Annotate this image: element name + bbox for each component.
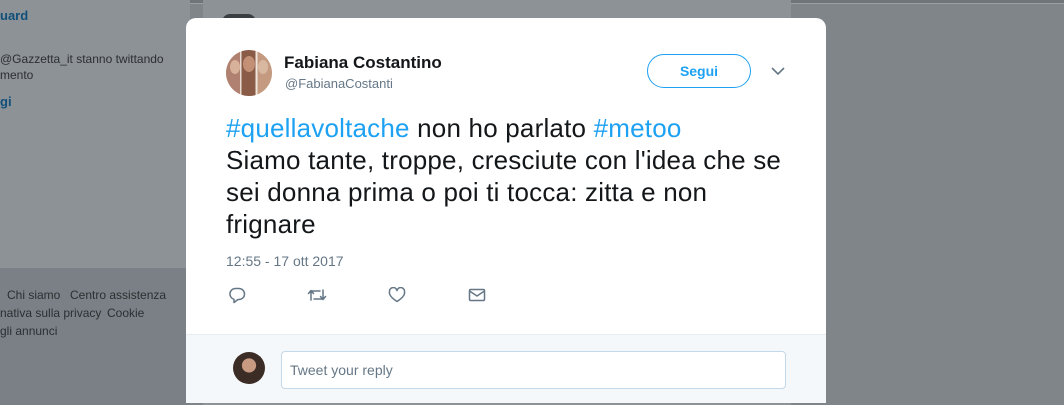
background-footer-link-ads[interactable]: gli annunci [0,324,57,338]
current-user-avatar [233,352,265,384]
tweet-modal: Fabiana Costantino @FabianaCostanti Segu… [186,18,826,403]
like-icon[interactable] [386,284,408,306]
chevron-down-icon[interactable] [769,62,787,80]
tweet-header: Fabiana Costantino @FabianaCostanti Segu… [226,50,786,96]
background-footer-link-about[interactable]: Chi siamo [7,288,60,302]
author-handle[interactable]: @FabianaCostanti [285,76,393,91]
tweet-text-body: Siamo tante, troppe, cresciute con l'ide… [226,145,782,239]
author-display-name[interactable]: Fabiana Costantino [284,53,442,73]
reply-bar [186,334,826,403]
background-sidebar-link[interactable]: uard [0,8,28,23]
background-footer-link-help[interactable]: Centro assistenza [70,288,166,302]
tweet-timestamp[interactable]: 12:55 - 17 ott 2017 [226,253,344,269]
background-footer-link-cookie[interactable]: Cookie [107,306,144,320]
background-sidebar-card [0,0,190,268]
background-footer-link-privacy[interactable]: nativa sulla privacy [0,306,101,320]
follow-button[interactable]: Segui [647,54,751,88]
hashtag-link[interactable]: #metoo [594,113,682,143]
reply-input[interactable] [281,351,786,389]
background-trend-text-2: mento [0,68,34,82]
hashtag-link[interactable]: #quellavoltache [226,113,410,143]
retweet-icon[interactable] [306,284,328,306]
tweet-text: #quellavoltache non ho parlato #metoo Si… [226,112,786,240]
author-avatar[interactable] [226,50,272,96]
background-trend-text: @Gazzetta_it stanno twittando [0,52,164,66]
direct-message-icon[interactable] [466,284,488,306]
reply-icon[interactable] [226,284,248,306]
background-sidebar-link-more[interactable]: gi [0,94,12,109]
tweet-text-segment: non ho parlato [409,113,594,143]
